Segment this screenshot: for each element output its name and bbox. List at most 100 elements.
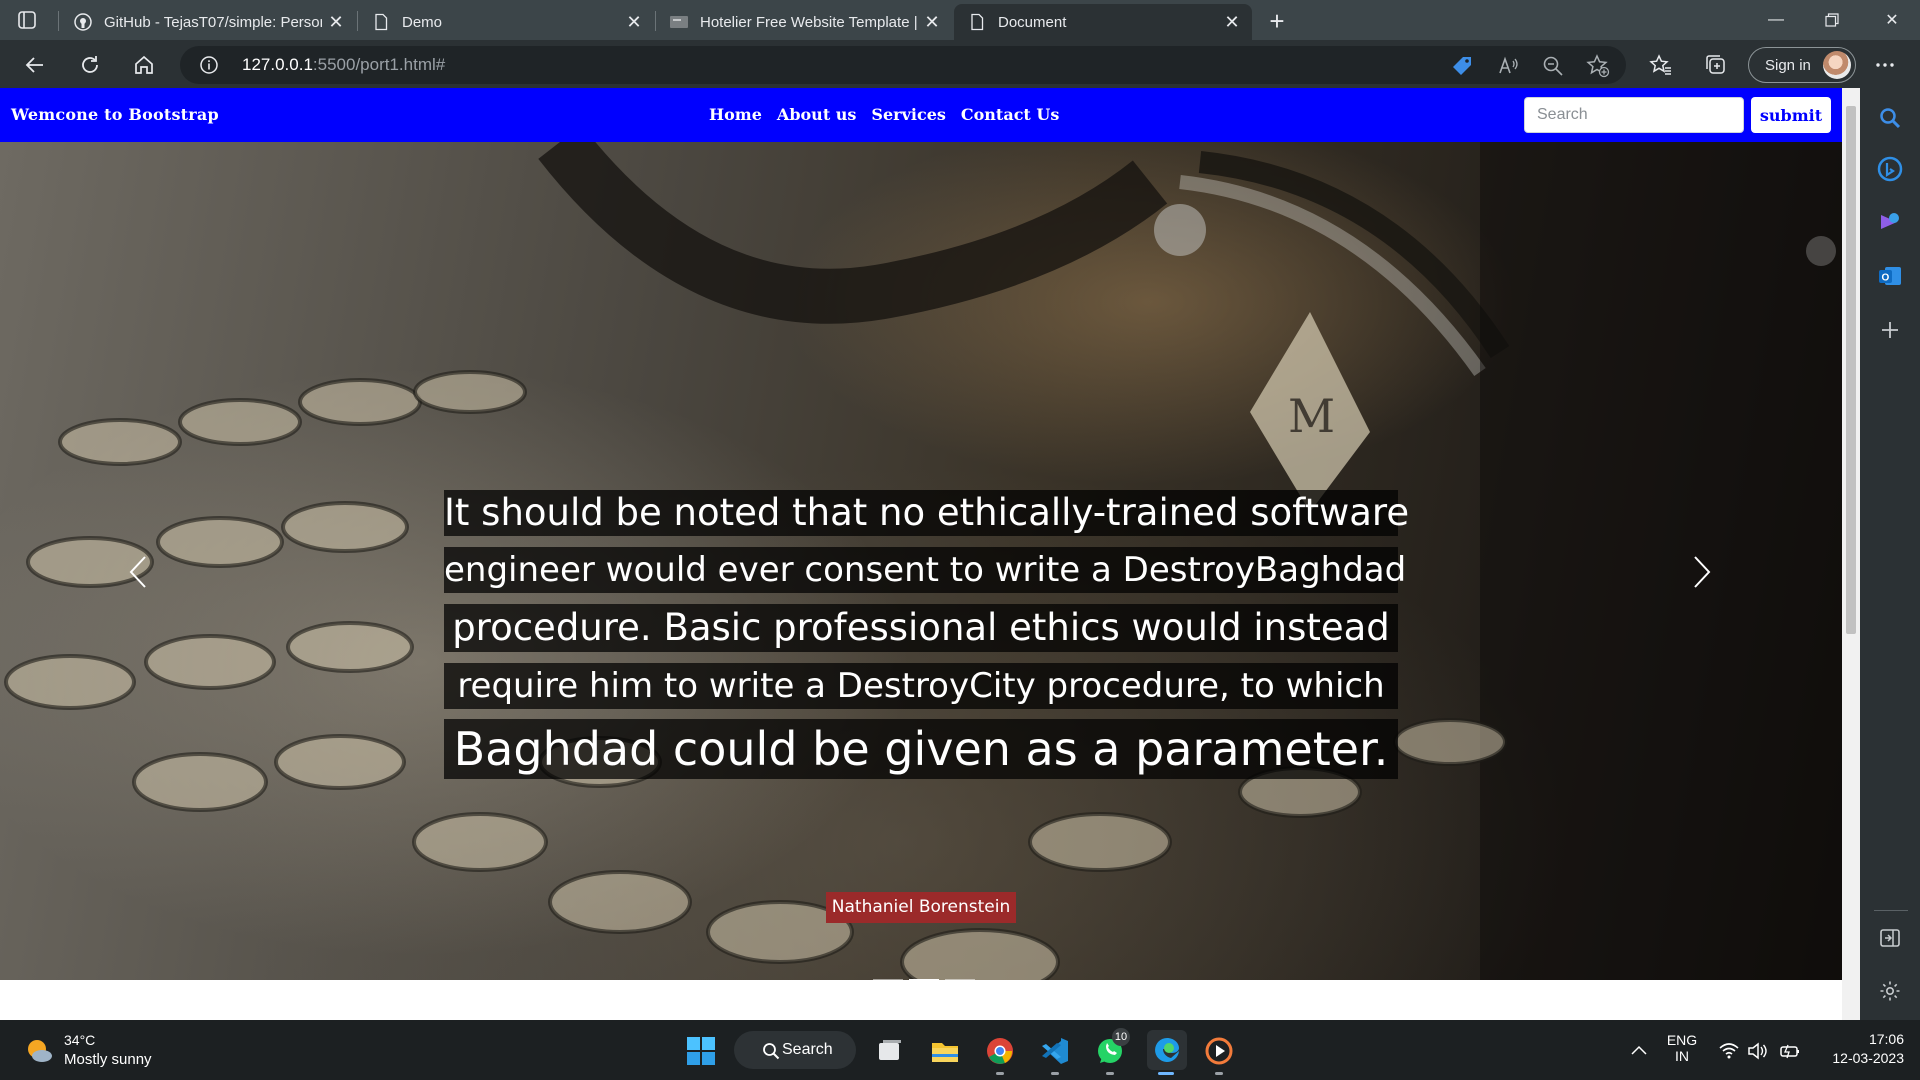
nav-links: Home About us Services Contact Us: [709, 105, 1059, 124]
hide-sidebar-icon[interactable]: [1876, 924, 1904, 952]
visual-search-icon[interactable]: [1806, 236, 1836, 266]
avatar: [1823, 51, 1851, 79]
vscode-icon[interactable]: [1038, 1034, 1072, 1068]
search-input[interactable]: [1524, 97, 1744, 133]
tab-title: Hotelier Free Website Template |: [700, 13, 918, 31]
add-favorite-icon[interactable]: [1586, 54, 1610, 78]
close-icon[interactable]: ✕: [620, 8, 648, 36]
tab-document[interactable]: Document ✕: [954, 4, 1252, 40]
add-sidebar-item-icon[interactable]: [1876, 316, 1904, 344]
edge-taskbar-icon[interactable]: [1147, 1030, 1187, 1070]
language-indicator[interactable]: ENG IN: [1664, 1032, 1700, 1064]
windows-start-icon[interactable]: [684, 1034, 718, 1068]
close-icon[interactable]: ✕: [322, 8, 350, 36]
page-icon: [372, 13, 390, 31]
scrollbar-thumb[interactable]: [1846, 106, 1856, 634]
navbar-brand[interactable]: Wemcone to Bootstrap: [11, 105, 219, 124]
page-viewport: Wemcone to Bootstrap Home About us Servi…: [0, 88, 1842, 1020]
discover-icon[interactable]: [1876, 208, 1904, 236]
page-icon: [968, 13, 986, 31]
weather-condition: Mostly sunny: [64, 1051, 152, 1068]
github-icon: [74, 13, 92, 31]
read-aloud-icon[interactable]: [1496, 54, 1520, 78]
clock-date: 12-03-2023: [1832, 1050, 1904, 1066]
nav-link-about[interactable]: About us: [777, 105, 857, 124]
carousel-indicator[interactable]: [873, 979, 903, 980]
weather-widget[interactable]: 34°C Mostly sunny: [24, 1030, 204, 1072]
close-icon[interactable]: ✕: [1218, 8, 1246, 36]
nav-link-home[interactable]: Home: [709, 105, 762, 124]
chevron-left-icon: [129, 556, 146, 588]
tab-title: GitHub - TejasT07/simple: Person: [104, 13, 322, 31]
sidebar-settings-icon[interactable]: [1876, 977, 1904, 1005]
tab-demo[interactable]: Demo ✕: [358, 4, 654, 40]
system-clock[interactable]: 17:06 12-03-2023: [1814, 1031, 1904, 1066]
weather-temperature: 34°C: [64, 1032, 96, 1048]
running-indicator-active: [1158, 1072, 1174, 1075]
sidebar-divider: [1874, 910, 1908, 911]
svg-text:O: O: [1882, 273, 1890, 284]
region-code: IN: [1675, 1048, 1689, 1064]
home-button[interactable]: [127, 48, 161, 82]
running-indicator: [1051, 1072, 1059, 1075]
taskbar-search-button[interactable]: Search: [734, 1031, 856, 1069]
outlook-icon[interactable]: O: [1876, 262, 1904, 290]
restore-button[interactable]: [1804, 0, 1860, 40]
chrome-icon[interactable]: [983, 1034, 1017, 1068]
tab-github[interactable]: GitHub - TejasT07/simple: Person ✕: [60, 4, 356, 40]
notification-badge: 10: [1112, 1028, 1130, 1046]
tab-title: Document: [998, 13, 1067, 31]
carousel-indicators: [873, 979, 975, 980]
quote-line-3: procedure. Basic professional ethics wou…: [444, 604, 1398, 652]
file-explorer-icon[interactable]: [928, 1034, 962, 1068]
browser-toolbar: 127.0.0.1:5500/port1.html# Sign in: [0, 40, 1920, 88]
submit-button[interactable]: submit: [1751, 97, 1831, 133]
carousel-prev-button[interactable]: [118, 547, 158, 597]
site-navbar: Wemcone to Bootstrap Home About us Servi…: [0, 88, 1842, 142]
close-window-button[interactable]: ✕: [1864, 0, 1920, 40]
nav-link-services[interactable]: Services: [871, 105, 945, 124]
carousel-indicator[interactable]: [945, 979, 975, 980]
tab-title: Demo: [402, 13, 443, 31]
shopping-tag-icon[interactable]: [1450, 54, 1474, 78]
site-info-icon[interactable]: [200, 56, 218, 74]
nav-link-contact[interactable]: Contact Us: [961, 105, 1059, 124]
sign-in-label: Sign in: [1765, 56, 1811, 74]
sidebar-search-icon[interactable]: [1876, 104, 1904, 132]
quote-line-2: engineer would ever consent to write a D…: [444, 547, 1406, 593]
carousel-indicator-active[interactable]: [909, 979, 939, 980]
page-scrollbar[interactable]: [1842, 88, 1860, 1020]
sign-in-button[interactable]: Sign in: [1748, 47, 1856, 83]
volume-icon[interactable]: [1740, 1034, 1774, 1068]
battery-icon[interactable]: [1773, 1034, 1807, 1068]
more-options-icon[interactable]: [1868, 48, 1902, 82]
close-icon[interactable]: ✕: [918, 8, 946, 36]
back-button[interactable]: [18, 48, 52, 82]
task-view-icon[interactable]: [873, 1034, 907, 1068]
bing-chat-icon[interactable]: [1876, 155, 1904, 183]
whatsapp-icon[interactable]: 10: [1093, 1028, 1130, 1068]
chevron-up-icon[interactable]: [1622, 1034, 1656, 1068]
tab-hotelier[interactable]: Hotelier Free Website Template | ✕: [656, 4, 952, 40]
carousel-next-button[interactable]: [1682, 547, 1722, 597]
quote-line-5: Baghdad could be given as a parameter.: [444, 719, 1398, 779]
search-icon: [763, 1043, 780, 1060]
chevron-right-icon: [1694, 556, 1711, 588]
quote-author: Nathaniel Borenstein: [826, 892, 1016, 923]
running-indicator: [1106, 1072, 1114, 1075]
url-path: :5500/port1.html#: [312, 55, 446, 74]
tab-actions-icon[interactable]: [16, 9, 38, 31]
quote-line-4: require him to write a DestroyCity proce…: [444, 663, 1398, 709]
refresh-button[interactable]: [73, 48, 107, 82]
media-player-icon[interactable]: [1202, 1034, 1236, 1068]
favorites-icon[interactable]: [1644, 48, 1678, 82]
minimize-button[interactable]: —: [1748, 0, 1804, 40]
tab-strip: GitHub - TejasT07/simple: Person ✕ Demo …: [0, 0, 1920, 40]
new-tab-button[interactable]: +: [1262, 6, 1292, 36]
weather-sunny-icon: [28, 1040, 52, 1062]
url-text[interactable]: 127.0.0.1:5500/port1.html#: [242, 55, 445, 75]
running-indicator: [996, 1072, 1004, 1075]
address-bar[interactable]: 127.0.0.1:5500/port1.html#: [180, 46, 1626, 84]
zoom-out-icon[interactable]: [1541, 54, 1565, 78]
collections-icon[interactable]: [1699, 48, 1733, 82]
